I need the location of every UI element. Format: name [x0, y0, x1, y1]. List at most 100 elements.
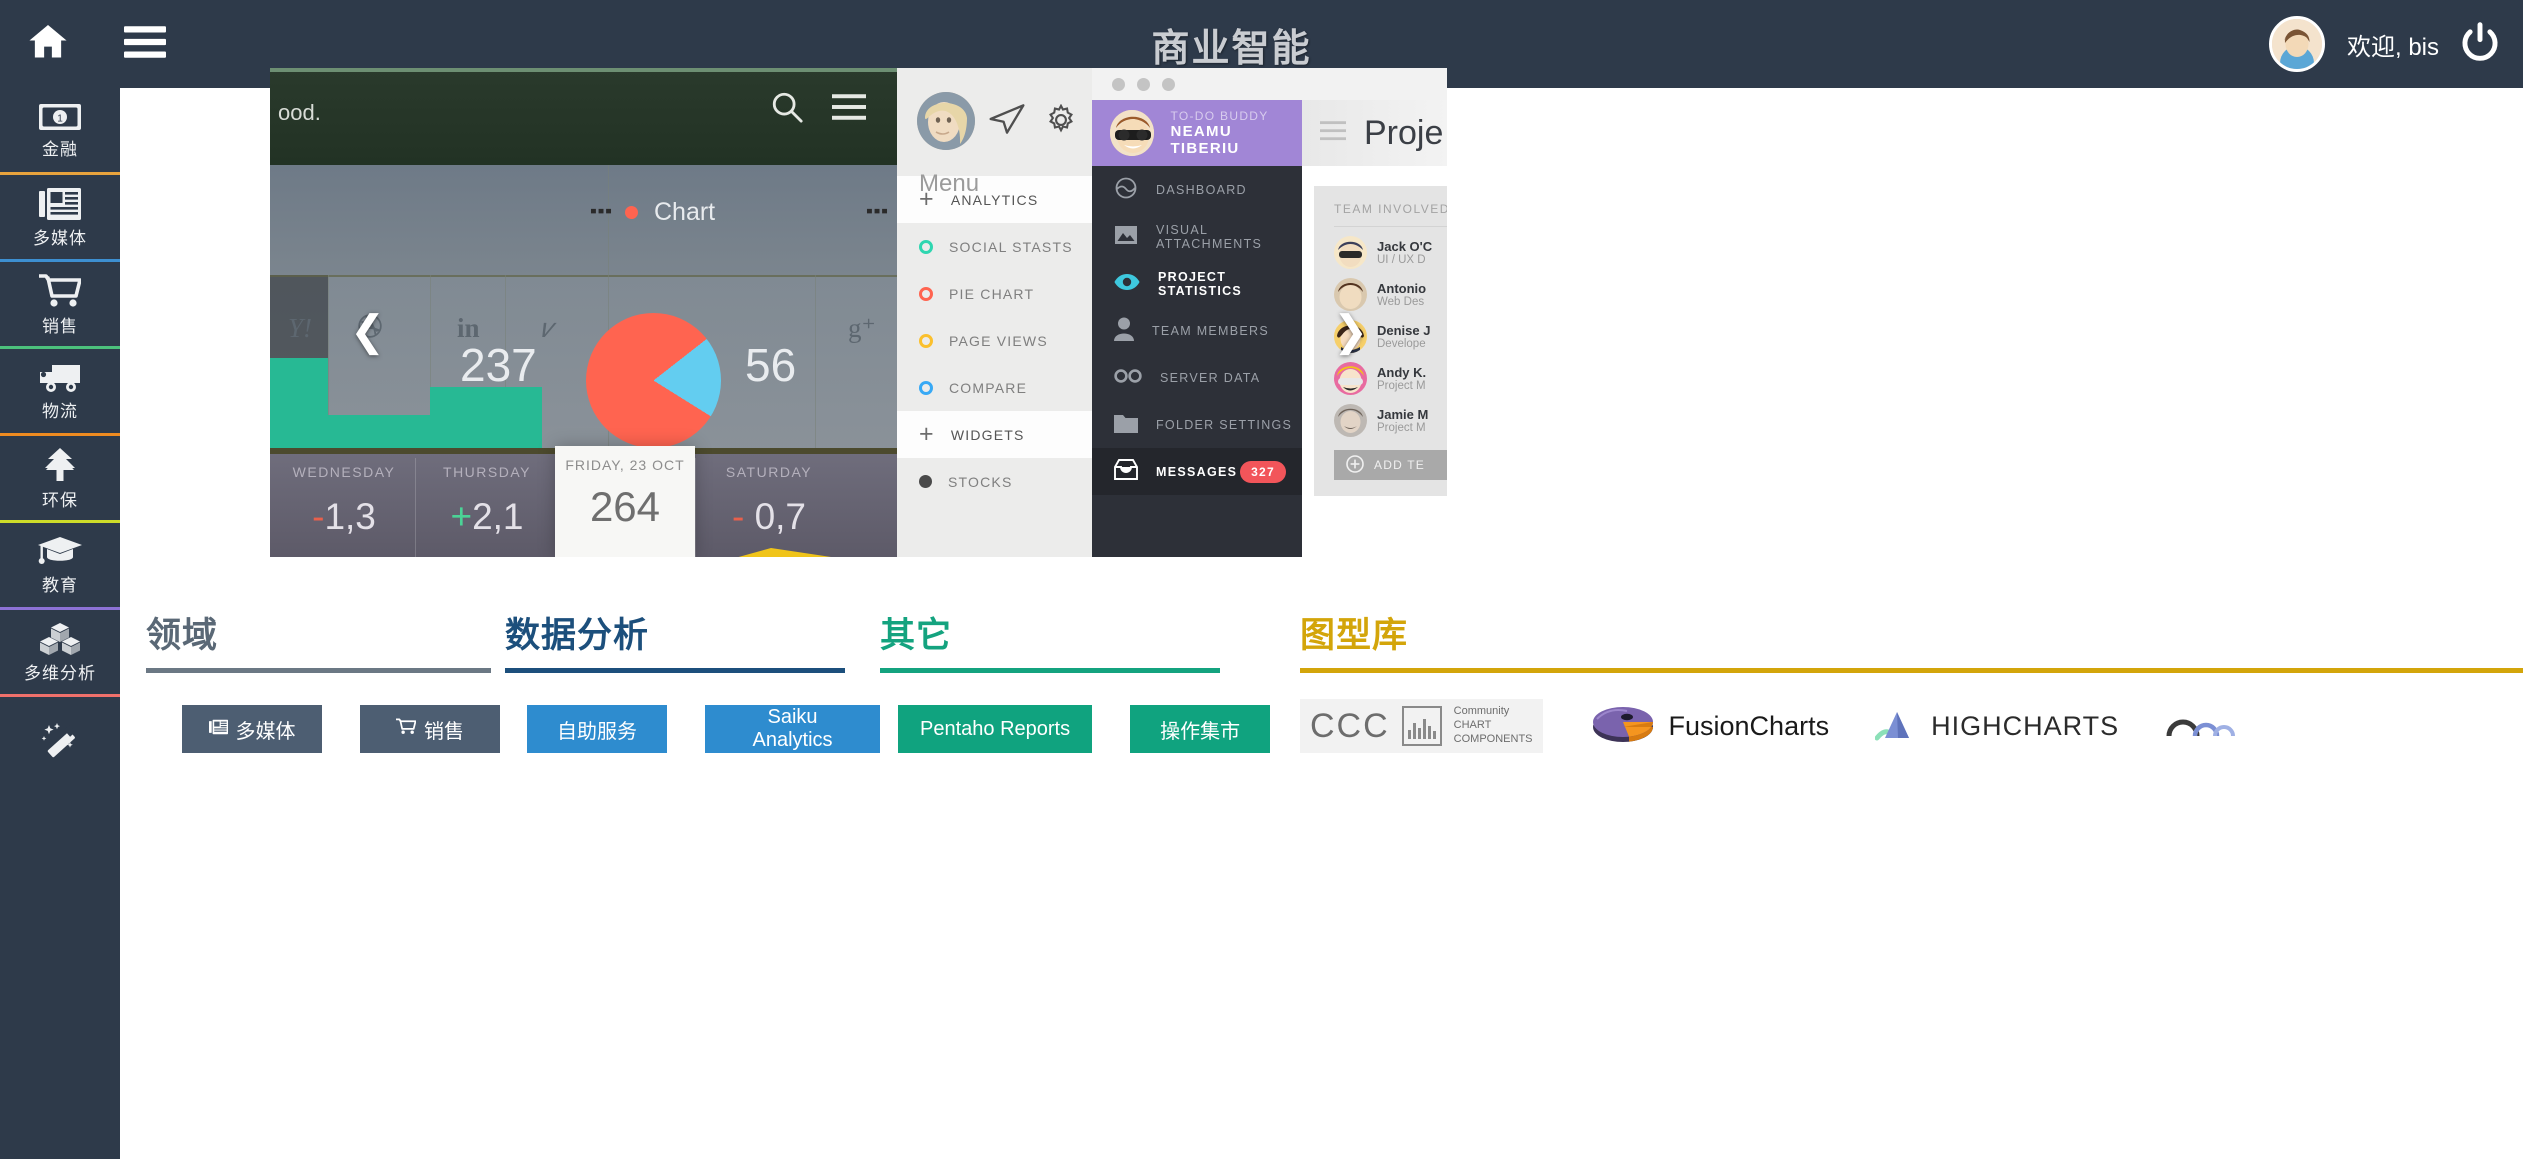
- home-icon[interactable]: [28, 24, 67, 64]
- menu-row-label: PAGE VIEWS: [949, 332, 1048, 349]
- messages-badge: 327: [1240, 460, 1286, 483]
- sidebar-item-education[interactable]: 教育: [0, 523, 120, 610]
- hamburger-menu-icon[interactable]: [123, 25, 166, 63]
- button-pentaho-reports[interactable]: Pentaho Reports: [898, 705, 1093, 753]
- graduation-cap-icon: [38, 537, 82, 567]
- button-label: 自助服务: [557, 720, 637, 743]
- menu-row-page-views[interactable]: PAGE VIEWS: [897, 317, 1092, 364]
- menu-row-stocks[interactable]: STOCKS: [897, 458, 1092, 505]
- sidebar-item-magic[interactable]: [0, 697, 120, 784]
- kebab-menu-icon-left[interactable]: ⋮: [586, 198, 616, 224]
- highcharts-logo[interactable]: HIGHCHARTS: [1874, 699, 2120, 753]
- banner-top-rule: [270, 68, 897, 72]
- day-cell[interactable]: SATURDAY - 0,7: [695, 464, 843, 538]
- team-member-row[interactable]: Jamie M Project M: [1334, 404, 1447, 437]
- team-member-name: Denise J: [1377, 323, 1431, 338]
- team-member-row[interactable]: Jack O'C UI / UX D: [1334, 236, 1447, 269]
- shopping-cart-icon: [37, 274, 82, 308]
- day-cell[interactable]: WEDNESDAY -1,3: [270, 464, 418, 538]
- sidebar-item-finance[interactable]: 1 金融: [0, 88, 120, 175]
- carousel-prev-arrow[interactable]: ❮: [350, 306, 385, 355]
- fusioncharts-logo-text: FusionCharts: [1668, 710, 1830, 741]
- button-multimedia[interactable]: 多媒体: [182, 705, 322, 753]
- ccc-logo[interactable]: CCC Community CHART COMPONENTS: [1300, 699, 1543, 753]
- project-panel: TO-DO BUDDY NEAMU TIBERIU DASHBOARD VISU…: [1092, 68, 1447, 557]
- kebab-menu-icon-right[interactable]: ⋮: [862, 198, 892, 224]
- button-self-service[interactable]: 自助服务: [527, 705, 667, 753]
- fusioncharts-logo[interactable]: FusionCharts: [1589, 699, 1830, 753]
- menu-avatar[interactable]: [917, 92, 975, 150]
- menu-panel: Menu + ANALYTICS SOCIAL STASTS PIE CHART…: [897, 68, 1092, 557]
- menu-row-social-stasts[interactable]: SOCIAL STASTS: [897, 223, 1092, 270]
- project-nav-label: MESSAGES: [1156, 464, 1238, 479]
- day-cell-active[interactable]: FRIDAY, 23 OCT 264: [555, 446, 695, 557]
- chart-label: Chart: [625, 198, 715, 227]
- highcharts-logo-text: HIGHCHARTS: [1931, 710, 2120, 741]
- other-chart-logo[interactable]: [2165, 699, 2251, 753]
- column-buttons: Pentaho Reports 操作集市: [880, 673, 1300, 753]
- team-member-name: Jamie M: [1377, 407, 1429, 422]
- sidebar: 1 金融 多媒体 销售 物流 环保 教育 多维分析: [0, 88, 120, 1159]
- menu-row-compare[interactable]: COMPARE: [897, 364, 1092, 411]
- chart-header-band: [270, 165, 897, 275]
- project-nav-visual-attachments[interactable]: VISUAL ATTACHMENTS: [1092, 213, 1302, 260]
- carousel-next-arrow[interactable]: ❯: [1333, 306, 1368, 355]
- circle-icon: [919, 239, 933, 254]
- project-nav-label: SERVER DATA: [1160, 370, 1261, 385]
- vimeo-icon: 𝑣: [540, 313, 553, 343]
- menu-row-pie-chart[interactable]: PIE CHART: [897, 270, 1092, 317]
- sidebar-item-environment[interactable]: 环保: [0, 436, 120, 523]
- waves-icon: [2165, 704, 2251, 749]
- chart-library-logos: CCC Community CHART COMPONENTS FusionCha…: [1300, 673, 2523, 753]
- menu-title: Menu: [919, 170, 980, 197]
- button-sales[interactable]: 销售: [360, 705, 500, 753]
- hamburger-menu-icon[interactable]: [832, 94, 866, 125]
- avatar[interactable]: [2268, 16, 2325, 72]
- project-nav-server-data[interactable]: SERVER DATA: [1092, 354, 1302, 401]
- search-icon[interactable]: [770, 90, 804, 129]
- project-nav-folder-settings[interactable]: FOLDER SETTINGS: [1092, 401, 1302, 448]
- sidebar-item-label: 金融: [42, 140, 78, 159]
- gear-icon[interactable]: [1045, 103, 1077, 141]
- menu-row-widgets[interactable]: + WIDGETS: [897, 411, 1092, 458]
- column-chart-library: 图型库 CCC Community CHART COMPONENTS Fusio…: [1300, 580, 2523, 1159]
- eye-icon: [1114, 273, 1140, 294]
- project-user-name: NEAMU TIBERIU: [1170, 123, 1240, 157]
- project-nav-messages[interactable]: MESSAGES 327: [1092, 448, 1302, 495]
- button-saiku-analytics[interactable]: Saiku Analytics: [705, 705, 880, 753]
- column-analytics: 数据分析 自助服务 Saiku Analytics: [505, 580, 880, 1159]
- button-operations-mart[interactable]: 操作集市: [1130, 705, 1271, 753]
- power-icon[interactable]: [2461, 21, 2499, 67]
- window-dot-icon[interactable]: [1112, 77, 1125, 91]
- project-user-avatar[interactable]: [1110, 110, 1155, 156]
- project-nav-dashboard[interactable]: DASHBOARD: [1092, 166, 1302, 213]
- project-nav-label: FOLDER SETTINGS: [1156, 417, 1293, 432]
- sidebar-item-sales[interactable]: 销售: [0, 262, 120, 349]
- sidebar-item-logistics[interactable]: 物流: [0, 349, 120, 436]
- window-dot-icon[interactable]: [1137, 77, 1150, 91]
- menu-row-label: STOCKS: [948, 473, 1013, 490]
- project-nav-team-members[interactable]: TEAM MEMBERS: [1092, 307, 1302, 354]
- column-others: 其它 Pentaho Reports 操作集市: [880, 580, 1300, 1159]
- day-cell[interactable]: THURSDAY +2,1: [413, 464, 561, 538]
- pie-3d-icon: [1589, 701, 1657, 752]
- highcharts-mark-icon: [1874, 704, 1919, 749]
- paper-plane-icon[interactable]: [989, 104, 1025, 139]
- carousel[interactable]: ood. ⋮ Chart ⋮ Y! in 𝑣 g⁺ 237 56 WEDNESD…: [270, 68, 1447, 557]
- team-member-row[interactable]: Andy K. Project M: [1334, 362, 1447, 395]
- folder-icon: [1114, 413, 1138, 436]
- add-team-member-button[interactable]: ADD TE: [1334, 450, 1447, 480]
- money-bill-icon: 1: [39, 103, 81, 131]
- sidebar-item-olap[interactable]: 多维分析: [0, 610, 120, 697]
- day-value: - 0,7: [731, 496, 807, 537]
- menu-row-label: PIE CHART: [949, 285, 1035, 302]
- magic-wand-icon: [40, 722, 80, 760]
- project-nav-project-statistics[interactable]: PROJECT STATISTICS: [1092, 260, 1302, 307]
- category-columns: 领域 多媒体 销售 数据分析 自助服务 Saiku Analytics 其它 P…: [120, 580, 2523, 1159]
- truck-icon: [38, 363, 82, 393]
- window-dot-icon[interactable]: [1162, 77, 1175, 91]
- sidebar-item-multimedia[interactable]: 多媒体: [0, 175, 120, 262]
- team-involved-title: TEAM INVOLVED: [1334, 202, 1447, 227]
- hamburger-menu-icon[interactable]: [1320, 120, 1346, 146]
- yahoo-icon: Y!: [288, 313, 313, 343]
